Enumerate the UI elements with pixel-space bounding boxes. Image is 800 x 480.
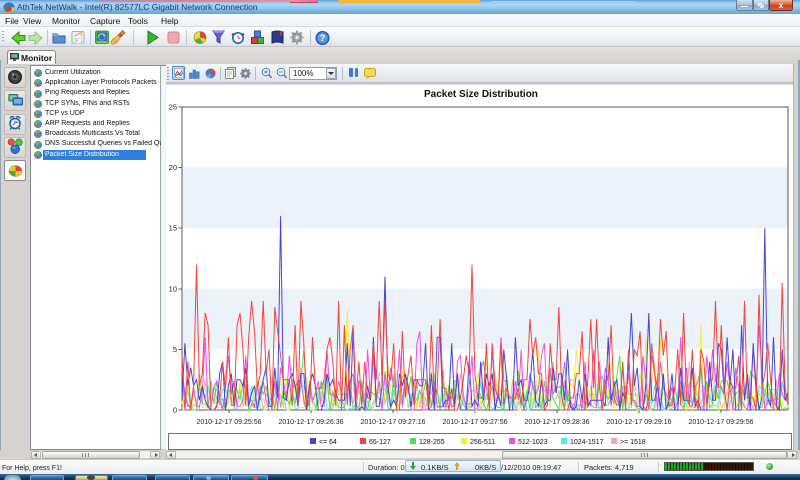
svg-text:2010-12-17 09:29:16: 2010-12-17 09:29:16: [607, 419, 672, 426]
svg-text:128-255: 128-255: [419, 439, 445, 446]
svg-text:512-1023: 512-1023: [518, 439, 548, 446]
svg-text:65-127: 65-127: [369, 439, 391, 446]
svg-text:2010-12-17 09:27:16: 2010-12-17 09:27:16: [361, 419, 426, 426]
svg-text:2010-12-17 09:27:56: 2010-12-17 09:27:56: [443, 419, 508, 426]
svg-text:25: 25: [169, 103, 177, 112]
svg-text:?: ?: [320, 33, 326, 43]
svg-text:2010-12-17 09:29:56: 2010-12-17 09:29:56: [689, 419, 754, 426]
svg-text:256-511: 256-511: [470, 439, 495, 446]
svg-text:<= 64: <= 64: [319, 439, 337, 446]
svg-text:2010-12-17 09:26:36: 2010-12-17 09:26:36: [279, 419, 344, 426]
svg-text:10: 10: [169, 284, 177, 293]
svg-text:2010-12-17 09:25:56: 2010-12-17 09:25:56: [197, 419, 262, 426]
svg-text:0: 0: [173, 406, 177, 415]
svg-text:2010-12-17 09:28:36: 2010-12-17 09:28:36: [525, 419, 590, 426]
svg-text:1024-1517: 1024-1517: [570, 439, 604, 446]
svg-text:20: 20: [169, 163, 177, 172]
svg-text:5: 5: [173, 345, 177, 354]
svg-text:>= 1518: >= 1518: [620, 439, 646, 446]
svg-text:15: 15: [169, 224, 177, 233]
